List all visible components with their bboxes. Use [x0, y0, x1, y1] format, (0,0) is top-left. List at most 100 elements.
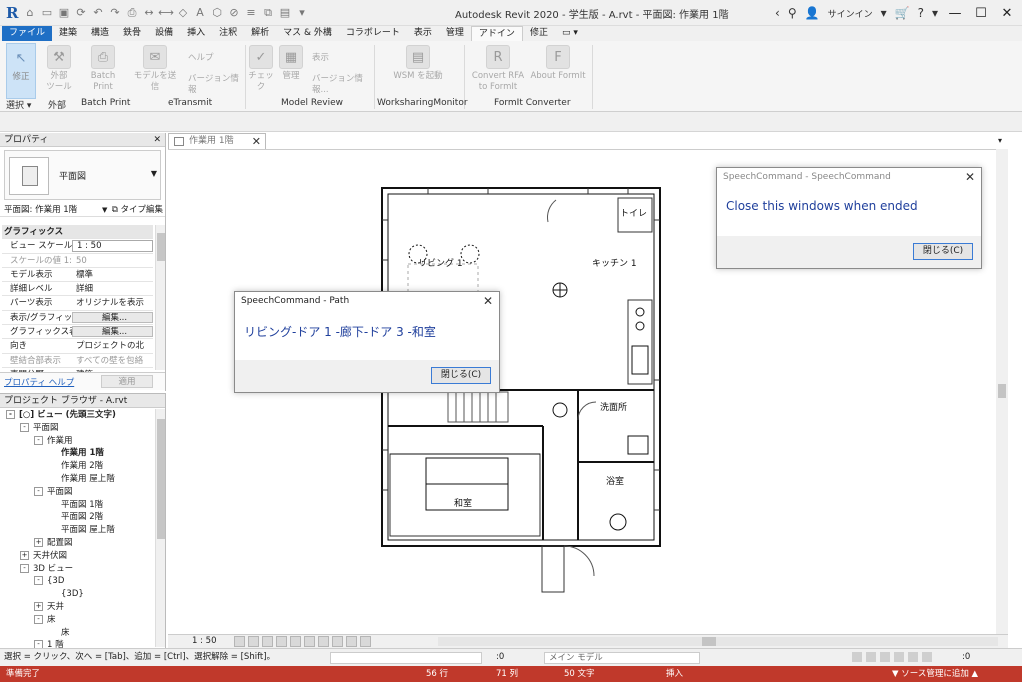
- send-model-button[interactable]: ✉ モデルを送信: [132, 43, 178, 93]
- browser-item[interactable]: 作業用 1階: [2, 447, 152, 460]
- thin-lines-icon[interactable]: ≡: [244, 6, 258, 20]
- property-row[interactable]: モデル表示 標準: [2, 268, 153, 283]
- view-scale[interactable]: 1 : 50: [192, 635, 217, 648]
- scroll-thumb[interactable]: [157, 419, 165, 539]
- canvas-vertical-scrollbar[interactable]: [996, 149, 1008, 634]
- visual-style-icon[interactable]: [248, 636, 259, 647]
- cart-icon[interactable]: 🛒: [895, 6, 910, 20]
- temporary-hide-icon[interactable]: [318, 636, 329, 647]
- select-pinned-icon[interactable]: [880, 652, 890, 662]
- shadows-icon[interactable]: [276, 636, 287, 647]
- drag-elements-icon[interactable]: [908, 652, 918, 662]
- browser-item[interactable]: 平面図 屋上階: [2, 524, 152, 537]
- source-control-button[interactable]: ▼ ソース管理に追加 ▲: [892, 666, 978, 682]
- open-icon[interactable]: ▭: [40, 6, 54, 20]
- property-group-graphics[interactable]: グラフィックス: [2, 225, 153, 240]
- close-hidden-icon[interactable]: ⧉: [261, 6, 275, 20]
- properties-scrollbar[interactable]: [155, 225, 165, 370]
- 3d-view-icon[interactable]: ⬡: [210, 6, 224, 20]
- chevron-down-icon[interactable]: ▼: [102, 203, 107, 217]
- switch-windows-icon[interactable]: ▤: [278, 6, 292, 20]
- customize-qat-icon[interactable]: ▾: [295, 6, 309, 20]
- view-dropdown-icon[interactable]: ▾: [998, 136, 1002, 145]
- print-icon[interactable]: ⎙: [125, 6, 139, 20]
- browser-item[interactable]: 床: [2, 627, 152, 640]
- browser-scrollbar[interactable]: [155, 409, 165, 647]
- detail-level-icon[interactable]: [234, 636, 245, 647]
- user-icon[interactable]: 👤: [805, 6, 820, 20]
- check-button[interactable]: ✓ チェック: [247, 43, 275, 93]
- collapse-icon[interactable]: -: [34, 435, 43, 445]
- close-window-button[interactable]: ✕: [998, 6, 1016, 21]
- property-row[interactable]: パーツ表示 オリジナルを表示: [2, 296, 153, 311]
- scroll-thumb[interactable]: [157, 233, 165, 261]
- edit-type-button[interactable]: ⧉ タイプ編集: [112, 203, 163, 217]
- ribbon-tab[interactable]: 構造: [84, 26, 116, 41]
- show-crop-icon[interactable]: [304, 636, 315, 647]
- reveal-hidden-icon[interactable]: [332, 636, 343, 647]
- sign-in-link[interactable]: サインイン: [828, 7, 873, 20]
- chevron-down-icon[interactable]: ▾: [932, 6, 938, 20]
- etransmit-help-group[interactable]: ヘルプ バージョン情報: [188, 43, 244, 96]
- browser-item[interactable]: 作業用 2階: [2, 460, 152, 473]
- collapse-icon[interactable]: -: [34, 614, 43, 624]
- wsm-launch-button[interactable]: ▤ WSM を起動: [392, 43, 444, 82]
- ribbon-tab[interactable]: 解析: [244, 26, 276, 41]
- chevron-down-icon[interactable]: ▼: [151, 169, 157, 178]
- select-links-icon[interactable]: [852, 652, 862, 662]
- revit-logo-icon[interactable]: R: [6, 5, 20, 21]
- browser-item[interactable]: - 作業用: [2, 435, 152, 448]
- property-row[interactable]: 向き プロジェクトの北: [2, 339, 153, 354]
- expand-icon[interactable]: +: [20, 550, 29, 560]
- ribbon-tab[interactable]: 注釈: [212, 26, 244, 41]
- ribbon-tab[interactable]: 挿入: [180, 26, 212, 41]
- panel-label-select[interactable]: 選択 ▾: [6, 98, 31, 111]
- browser-item[interactable]: - {3D: [2, 575, 152, 588]
- scroll-thumb[interactable]: [702, 637, 716, 646]
- browser-item[interactable]: + 天井伏図: [2, 550, 152, 563]
- manage-button[interactable]: ▦ 管理: [278, 43, 304, 82]
- maximize-button[interactable]: ☐: [972, 6, 990, 21]
- canvas-horizontal-scrollbar[interactable]: [438, 637, 998, 646]
- convert-rfa-button[interactable]: R Convert RFA to FormIt: [470, 43, 526, 93]
- close-view-icon[interactable]: ✕: [252, 134, 261, 149]
- redo-icon[interactable]: ↷: [108, 6, 122, 20]
- filter-icon[interactable]: [922, 652, 932, 662]
- model-review-display-group[interactable]: 表示 バージョン情報...: [312, 43, 372, 96]
- ribbon-tab[interactable]: 管理: [439, 26, 471, 41]
- ribbon-tab[interactable]: ファイル: [2, 26, 53, 41]
- instance-selector[interactable]: 平面図: 作業用 1階 ▼ ⧉ タイプ編集: [0, 203, 165, 217]
- lock-view-icon[interactable]: [346, 636, 357, 647]
- modify-button[interactable]: ↖ 修正: [6, 43, 36, 99]
- chevron-down-icon[interactable]: ▾: [881, 6, 887, 20]
- close-button[interactable]: 閉じる(C): [913, 243, 973, 260]
- select-underlay-icon[interactable]: [866, 652, 876, 662]
- binoculars-icon[interactable]: ⚲: [788, 6, 797, 20]
- text-icon[interactable]: A: [193, 6, 207, 20]
- view-tab[interactable]: 作業用 1階 ✕: [168, 133, 266, 149]
- edit-button[interactable]: 編集...: [72, 311, 153, 324]
- workset-combo[interactable]: [330, 652, 482, 664]
- ribbon-tab[interactable]: 鉄骨: [116, 26, 148, 41]
- undo-icon[interactable]: ↶: [91, 6, 105, 20]
- ribbon-tab[interactable]: アドイン: [470, 26, 523, 41]
- select-by-face-icon[interactable]: [894, 652, 904, 662]
- scroll-thumb[interactable]: [998, 384, 1006, 398]
- apply-button[interactable]: 適用: [101, 375, 153, 388]
- collapse-icon[interactable]: -: [6, 410, 15, 419]
- property-row[interactable]: 表示/グラフィッ...編集...: [2, 311, 153, 326]
- tag-icon[interactable]: ◇: [176, 6, 190, 20]
- batch-print-button[interactable]: ⎙ Batch Print: [80, 43, 126, 93]
- browser-item[interactable]: - 平面図: [2, 486, 152, 499]
- collapse-icon[interactable]: -: [20, 563, 29, 573]
- ribbon-tab[interactable]: ▭ ▾: [555, 26, 585, 41]
- home-icon[interactable]: ⌂: [23, 6, 37, 20]
- about-formit-button[interactable]: F About FormIt: [530, 43, 586, 82]
- external-tools-button[interactable]: ⚒ 外部 ツール: [42, 43, 76, 93]
- section-icon[interactable]: ⊘: [227, 6, 241, 20]
- browser-item[interactable]: - 平面図: [2, 422, 152, 435]
- crop-view-icon[interactable]: [290, 636, 301, 647]
- dimension-icon[interactable]: ⟷: [158, 6, 174, 20]
- property-row[interactable]: 詳細レベル 詳細: [2, 282, 153, 297]
- property-row[interactable]: ビュー スケール 1 : 50: [2, 239, 153, 254]
